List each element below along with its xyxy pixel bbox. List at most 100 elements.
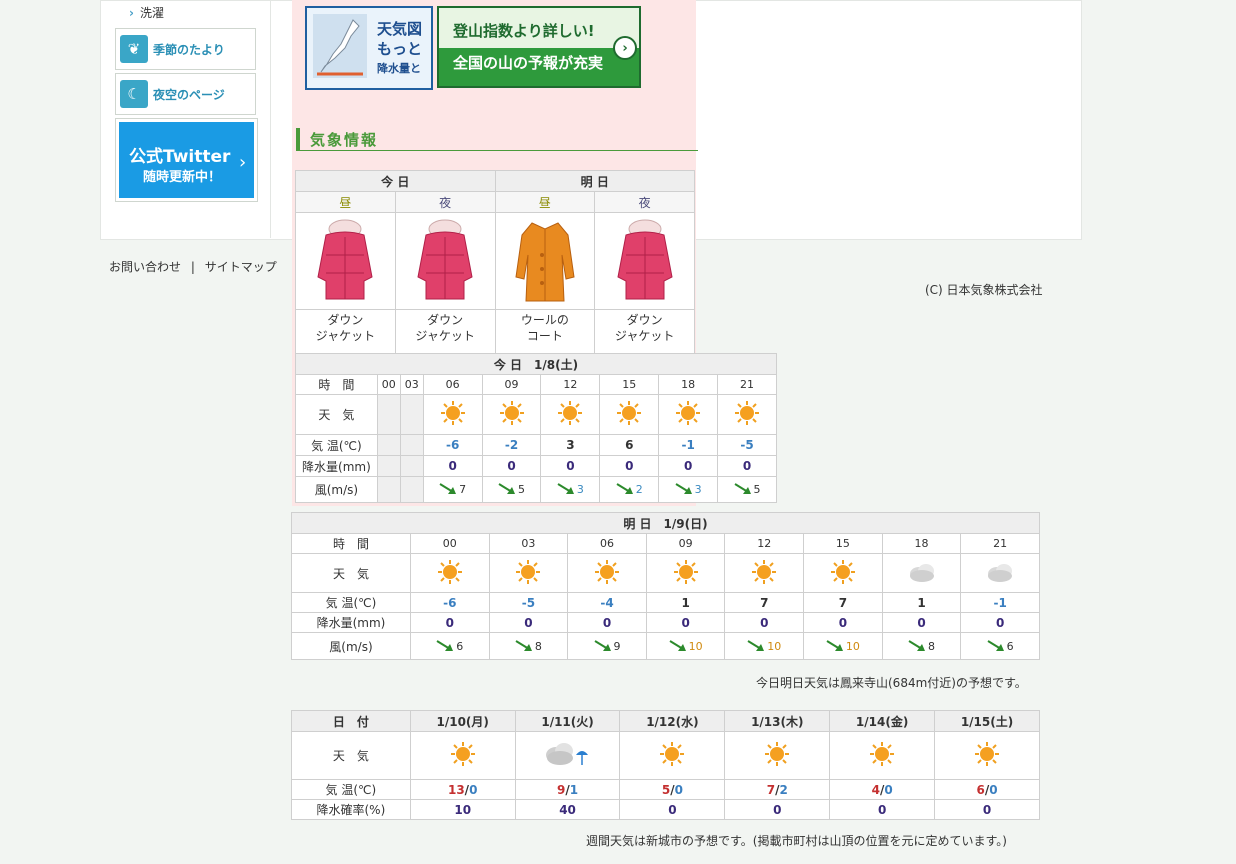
banner2-line2: 全国の山の予報が充実 bbox=[453, 54, 604, 72]
time-cell: 21 bbox=[960, 533, 1040, 554]
low-temp: 0 bbox=[989, 782, 998, 797]
pop-cell: 0 bbox=[829, 799, 936, 820]
high-temp: 7 bbox=[766, 782, 776, 797]
arrow-right-icon: › bbox=[613, 36, 637, 60]
weather-cell bbox=[829, 731, 936, 780]
wind-arrow-icon bbox=[593, 638, 612, 655]
tomorrow-forecast-table: 明 日 1/9(日) 時 間 00 03 06 09 12 15 18 21 天 気 気 温(℃… bbox=[291, 512, 1040, 660]
mountain-forecast-banner[interactable]: 登山指数より詳しい! 全国の山の予報が充実 › bbox=[437, 6, 641, 88]
time-cell: 15 bbox=[599, 374, 660, 395]
tomorrow-header: 明 日 bbox=[494, 170, 695, 192]
wind-cell: 10 bbox=[724, 632, 805, 660]
date-cell: 1/15(土) bbox=[934, 710, 1040, 732]
time-cell: 15 bbox=[803, 533, 883, 554]
weather-cell bbox=[960, 553, 1040, 593]
pop-cell: 40 bbox=[514, 799, 621, 820]
clothing-label-line1: ダウン bbox=[327, 313, 364, 327]
section-heading: 気象情報 bbox=[296, 128, 698, 151]
wind-cell: 2 bbox=[599, 476, 660, 503]
precip-cell bbox=[376, 455, 401, 477]
twitter-line1: 公式Twitter bbox=[129, 147, 231, 167]
temp-cell: -2 bbox=[481, 434, 542, 456]
precip-cell: 0 bbox=[599, 455, 660, 477]
weather-cell bbox=[934, 731, 1040, 780]
temp-cell: -1 bbox=[960, 592, 1040, 613]
wind-speed: 9 bbox=[613, 639, 621, 653]
date-cell: 1/12(水) bbox=[619, 710, 726, 732]
clothing-label: ダウン ジャケット bbox=[394, 309, 496, 355]
footer-links: お問い合わせ | サイトマップ bbox=[109, 258, 277, 275]
night-sky-button[interactable]: ☾ 夜空のページ bbox=[115, 73, 256, 115]
precip-cell: 0 bbox=[717, 455, 777, 477]
sitemap-link[interactable]: サイトマップ bbox=[205, 260, 277, 274]
temp-cell: -6 bbox=[422, 434, 483, 456]
weather-map-banner[interactable]: 天気図 もっと 降水量と bbox=[305, 6, 433, 90]
wind-cell: 8 bbox=[881, 632, 962, 660]
low-temp: 0 bbox=[469, 782, 478, 797]
twitter-banner[interactable]: 公式Twitter 随時更新中！ › bbox=[115, 118, 258, 202]
clothing-label-line2: ジャケット bbox=[614, 329, 675, 343]
wind-arrow-icon bbox=[439, 481, 457, 498]
clothing-index-table: 今 日 明 日 昼 夜 昼 夜 ダウン ジャケット ダウン ジャケット ウールの コートダ… bbox=[295, 170, 695, 355]
precip-cell: 0 bbox=[409, 612, 490, 633]
high-temp: 6 bbox=[976, 782, 985, 797]
today-header: 今 日 bbox=[295, 170, 496, 192]
high-temp: 13 bbox=[447, 782, 465, 797]
time-cell: 12 bbox=[724, 533, 805, 554]
today-caption: 今 日 1/8(土) bbox=[295, 353, 777, 375]
precip-cell: 0 bbox=[567, 612, 647, 633]
precip-cell: 0 bbox=[803, 612, 883, 633]
temp-cell: 3 bbox=[540, 434, 601, 456]
sunny-icon bbox=[437, 559, 463, 588]
row-header: 降水確率(%) bbox=[291, 799, 411, 820]
wind-cell: 3 bbox=[658, 476, 719, 503]
day-label: 昼 bbox=[494, 191, 596, 213]
wind-arrow-icon bbox=[747, 638, 765, 655]
clothing-label-line1: ウールの bbox=[520, 313, 569, 327]
pop-cell: 0 bbox=[934, 799, 1040, 820]
precip-cell: 0 bbox=[540, 455, 601, 477]
clothing-label-line2: コート bbox=[526, 329, 563, 343]
precip-cell: 0 bbox=[658, 455, 719, 477]
row-header: 降水量(mm) bbox=[295, 455, 378, 477]
down-jacket-icon bbox=[412, 219, 478, 308]
day-label: 昼 bbox=[295, 191, 396, 213]
temp-cell: 7 bbox=[803, 592, 883, 613]
sidebar-divider bbox=[270, 0, 271, 238]
sunny-icon bbox=[764, 742, 790, 770]
row-header: 風(m/s) bbox=[291, 632, 411, 660]
wind-arrow-icon bbox=[734, 481, 752, 498]
wind-arrow-icon bbox=[669, 638, 687, 655]
row-header: 日 付 bbox=[291, 710, 411, 732]
row-header: 天 気 bbox=[295, 394, 378, 435]
time-cell: 00 bbox=[376, 374, 401, 395]
section-title: 気象情報 bbox=[310, 131, 379, 149]
time-cell: 18 bbox=[881, 533, 962, 554]
contact-link[interactable]: お問い合わせ bbox=[109, 260, 181, 274]
wind-speed: 2 bbox=[635, 483, 643, 496]
chevron-right-icon: › bbox=[129, 6, 134, 20]
wind-speed: 5 bbox=[753, 483, 761, 496]
temp-cell: 4/0 bbox=[829, 779, 936, 800]
time-cell: 12 bbox=[540, 374, 601, 395]
temp-cell: 9/1 bbox=[514, 779, 621, 800]
sunny-icon bbox=[869, 742, 895, 770]
time-cell: 06 bbox=[567, 533, 647, 554]
down-jacket-icon bbox=[612, 219, 678, 308]
precip-cell: 0 bbox=[881, 612, 962, 633]
temp-cell: 13/0 bbox=[409, 779, 516, 800]
sidebar-item-laundry[interactable]: › 洗濯 bbox=[129, 4, 164, 21]
wind-cell: 5 bbox=[481, 476, 542, 503]
night-sky-button-label: 夜空のページ bbox=[153, 87, 225, 102]
temp-cell: -5 bbox=[488, 592, 569, 613]
row-header: 降水量(mm) bbox=[291, 612, 411, 633]
row-header: 風(m/s) bbox=[295, 476, 378, 503]
weather-cell bbox=[619, 731, 726, 780]
temp-cell: -5 bbox=[717, 434, 777, 456]
footer-separator: | bbox=[190, 260, 195, 274]
weather-cell bbox=[399, 394, 424, 435]
wind-speed: 7 bbox=[459, 483, 467, 496]
high-temp: 5 bbox=[661, 782, 671, 797]
season-button[interactable]: ❦ 季節のたより bbox=[115, 28, 256, 70]
banner1-line2: もっと bbox=[377, 40, 423, 58]
